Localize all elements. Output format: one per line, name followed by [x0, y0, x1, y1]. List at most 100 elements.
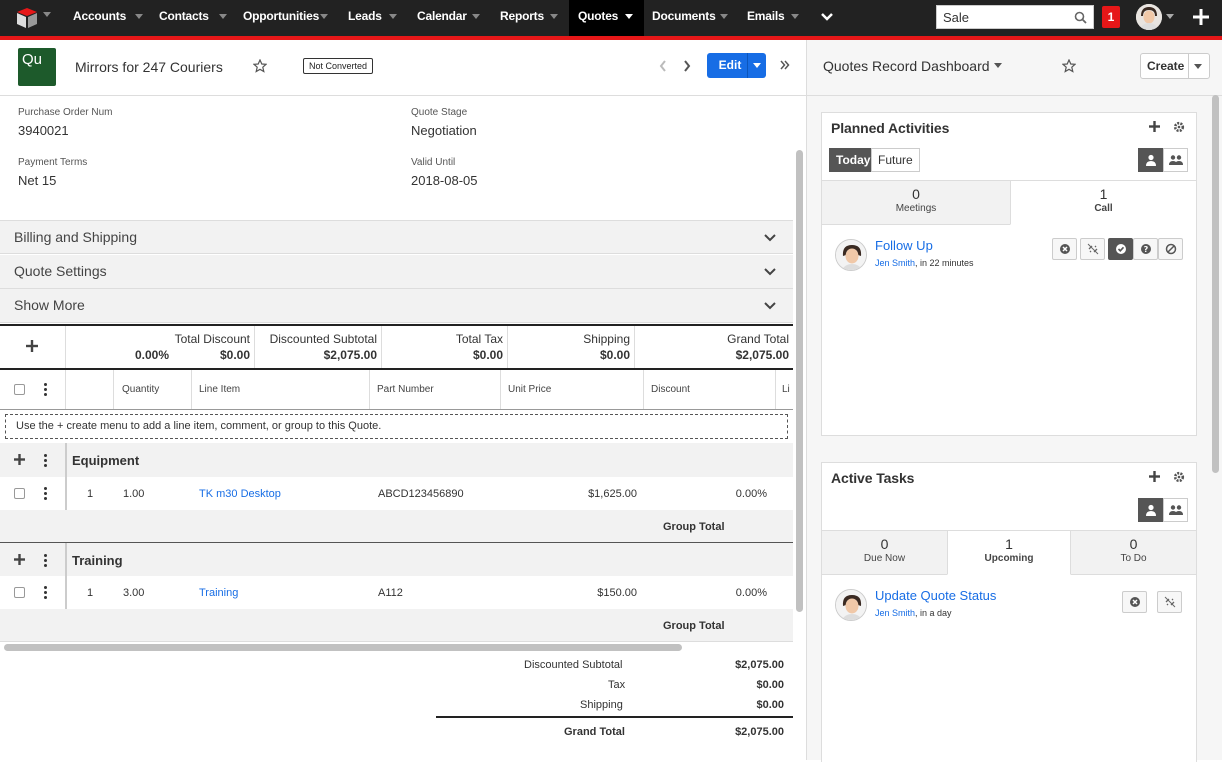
tab-emails[interactable]: Emails	[733, 0, 808, 36]
filter-future-button[interactable]: Future	[871, 148, 920, 172]
chevron-down-icon[interactable]	[472, 14, 480, 19]
row-line-item-link[interactable]: Training	[199, 587, 238, 599]
field-value-stage[interactable]: Negotiation	[411, 123, 477, 138]
task-user-link[interactable]: Jen Smith	[875, 608, 915, 618]
tentative-question-icon[interactable]: ?	[1133, 238, 1158, 260]
edit-button[interactable]: Edit	[707, 53, 766, 78]
next-record-icon[interactable]	[683, 60, 691, 72]
chevron-down-icon[interactable]	[764, 234, 776, 242]
field-value-po[interactable]: 3940021	[18, 123, 69, 138]
edit-actions-caret-icon[interactable]	[753, 63, 761, 68]
tab-opportunities[interactable]: Opportunities	[229, 0, 334, 36]
row-checkbox[interactable]	[14, 488, 25, 499]
due-now-tab[interactable]: 0 Due Now	[822, 530, 947, 575]
row-actions-kebab-icon[interactable]	[44, 586, 47, 601]
meetings-tab[interactable]: 0 Meetings	[822, 180, 1010, 225]
calls-tab[interactable]: 1 Call	[1010, 180, 1196, 225]
create-caret-icon[interactable]	[1194, 64, 1202, 69]
task-title-link[interactable]: Update Quote Status	[875, 588, 996, 603]
add-plus-icon[interactable]	[1149, 121, 1160, 132]
panel-billing-shipping[interactable]: Billing and Shipping	[0, 220, 793, 254]
select-all-checkbox[interactable]	[14, 384, 25, 395]
user-avatar[interactable]	[1136, 4, 1162, 30]
cancel-activity-button[interactable]	[1052, 238, 1077, 260]
field-value-terms[interactable]: Net 15	[18, 173, 56, 188]
panel-quote-settings[interactable]: Quote Settings	[0, 255, 793, 289]
panel-show-more[interactable]: Show More	[0, 289, 793, 323]
gear-icon[interactable]	[1173, 121, 1185, 133]
decline-ban-icon[interactable]	[1158, 238, 1183, 260]
gear-icon[interactable]	[1173, 471, 1185, 483]
column-part-number[interactable]: Part Number	[377, 384, 434, 395]
activity-user-link[interactable]: Jen Smith	[875, 258, 915, 268]
tab-quotes[interactable]: Quotes	[569, 0, 644, 36]
favorite-star-icon[interactable]	[1062, 59, 1076, 73]
dashboard-scrollbar[interactable]	[1212, 95, 1219, 473]
tab-reports[interactable]: Reports	[486, 0, 564, 36]
chevron-down-icon[interactable]	[625, 14, 633, 19]
column-unit-price[interactable]: Unit Price	[508, 384, 551, 395]
unlink-icon[interactable]	[1080, 238, 1105, 260]
group-add-plus-icon[interactable]	[14, 454, 25, 465]
row-checkbox[interactable]	[14, 587, 25, 598]
group-actions-kebab-icon[interactable]	[44, 454, 47, 469]
chevron-down-icon[interactable]	[720, 14, 728, 19]
chevron-down-icon[interactable]	[791, 14, 799, 19]
avatar[interactable]	[835, 239, 867, 271]
sugar-cube-logo-icon[interactable]	[14, 6, 40, 30]
add-line-plus-icon[interactable]	[26, 340, 38, 352]
group-add-plus-icon[interactable]	[14, 554, 25, 565]
create-dashboard-button[interactable]: Create	[1140, 53, 1210, 79]
field-value-valid-until[interactable]: 2018-08-05	[411, 173, 478, 188]
mass-actions-kebab-icon[interactable]	[44, 383, 47, 398]
group-actions-kebab-icon[interactable]	[44, 554, 47, 569]
user-menu-caret-icon[interactable]	[1166, 14, 1174, 19]
favorite-star-icon[interactable]	[253, 59, 267, 73]
tab-contacts[interactable]: Contacts	[145, 0, 229, 36]
row-line-item-link[interactable]: TK m30 Desktop	[199, 488, 281, 500]
mark-held-check-icon[interactable]	[1108, 238, 1133, 260]
group-name[interactable]: Equipment	[72, 453, 139, 468]
tab-leads[interactable]: Leads	[334, 0, 403, 36]
team-items-users-icon[interactable]	[1163, 498, 1188, 522]
record-title[interactable]: Mirrors for 247 Couriers	[75, 59, 223, 75]
close-task-icon[interactable]	[1122, 591, 1147, 613]
column-quantity[interactable]: Quantity	[122, 384, 159, 395]
more-modules-chevron-icon[interactable]	[821, 12, 833, 22]
column-discount[interactable]: Discount	[651, 384, 690, 395]
toggle-sidebar-icon[interactable]	[780, 60, 790, 70]
my-items-user-icon[interactable]	[1138, 498, 1163, 522]
logo-caret-icon[interactable]	[43, 12, 51, 17]
unlink-icon[interactable]	[1157, 591, 1182, 613]
my-items-user-icon[interactable]	[1138, 148, 1163, 172]
search-icon[interactable]	[1074, 11, 1087, 24]
chevron-down-icon[interactable]	[764, 268, 776, 276]
tab-calendar[interactable]: Calendar	[403, 0, 486, 36]
team-items-users-icon[interactable]	[1163, 148, 1188, 172]
to-do-tab[interactable]: 0 To Do	[1071, 530, 1196, 575]
dashboard-title[interactable]: Quotes Record Dashboard	[823, 58, 990, 74]
previous-record-icon[interactable]	[659, 60, 667, 72]
vertical-scrollbar[interactable]	[796, 150, 803, 612]
avatar[interactable]	[835, 589, 867, 621]
chevron-down-icon[interactable]	[135, 14, 143, 19]
column-overflow[interactable]: Li	[782, 384, 790, 395]
tab-accounts[interactable]: Accounts	[59, 0, 145, 36]
global-search[interactable]	[936, 5, 1094, 29]
add-plus-icon[interactable]	[1149, 471, 1160, 482]
dashboard-caret-icon[interactable]	[994, 63, 1002, 68]
horizontal-scrollbar[interactable]	[4, 644, 682, 651]
search-input[interactable]	[937, 6, 1057, 28]
quick-create-plus-icon[interactable]	[1193, 9, 1209, 25]
activity-title-link[interactable]: Follow Up	[875, 238, 933, 253]
column-line-item[interactable]: Line Item	[199, 384, 240, 395]
group-name[interactable]: Training	[72, 553, 123, 568]
chevron-down-icon[interactable]	[320, 14, 328, 19]
chevron-down-icon[interactable]	[764, 302, 776, 310]
notifications-badge[interactable]: 1	[1102, 6, 1120, 28]
chevron-down-icon[interactable]	[389, 14, 397, 19]
row-actions-kebab-icon[interactable]	[44, 487, 47, 502]
upcoming-tab[interactable]: 1 Upcoming	[947, 530, 1071, 575]
chevron-down-icon[interactable]	[219, 14, 227, 19]
tab-documents[interactable]: Documents	[638, 0, 734, 36]
